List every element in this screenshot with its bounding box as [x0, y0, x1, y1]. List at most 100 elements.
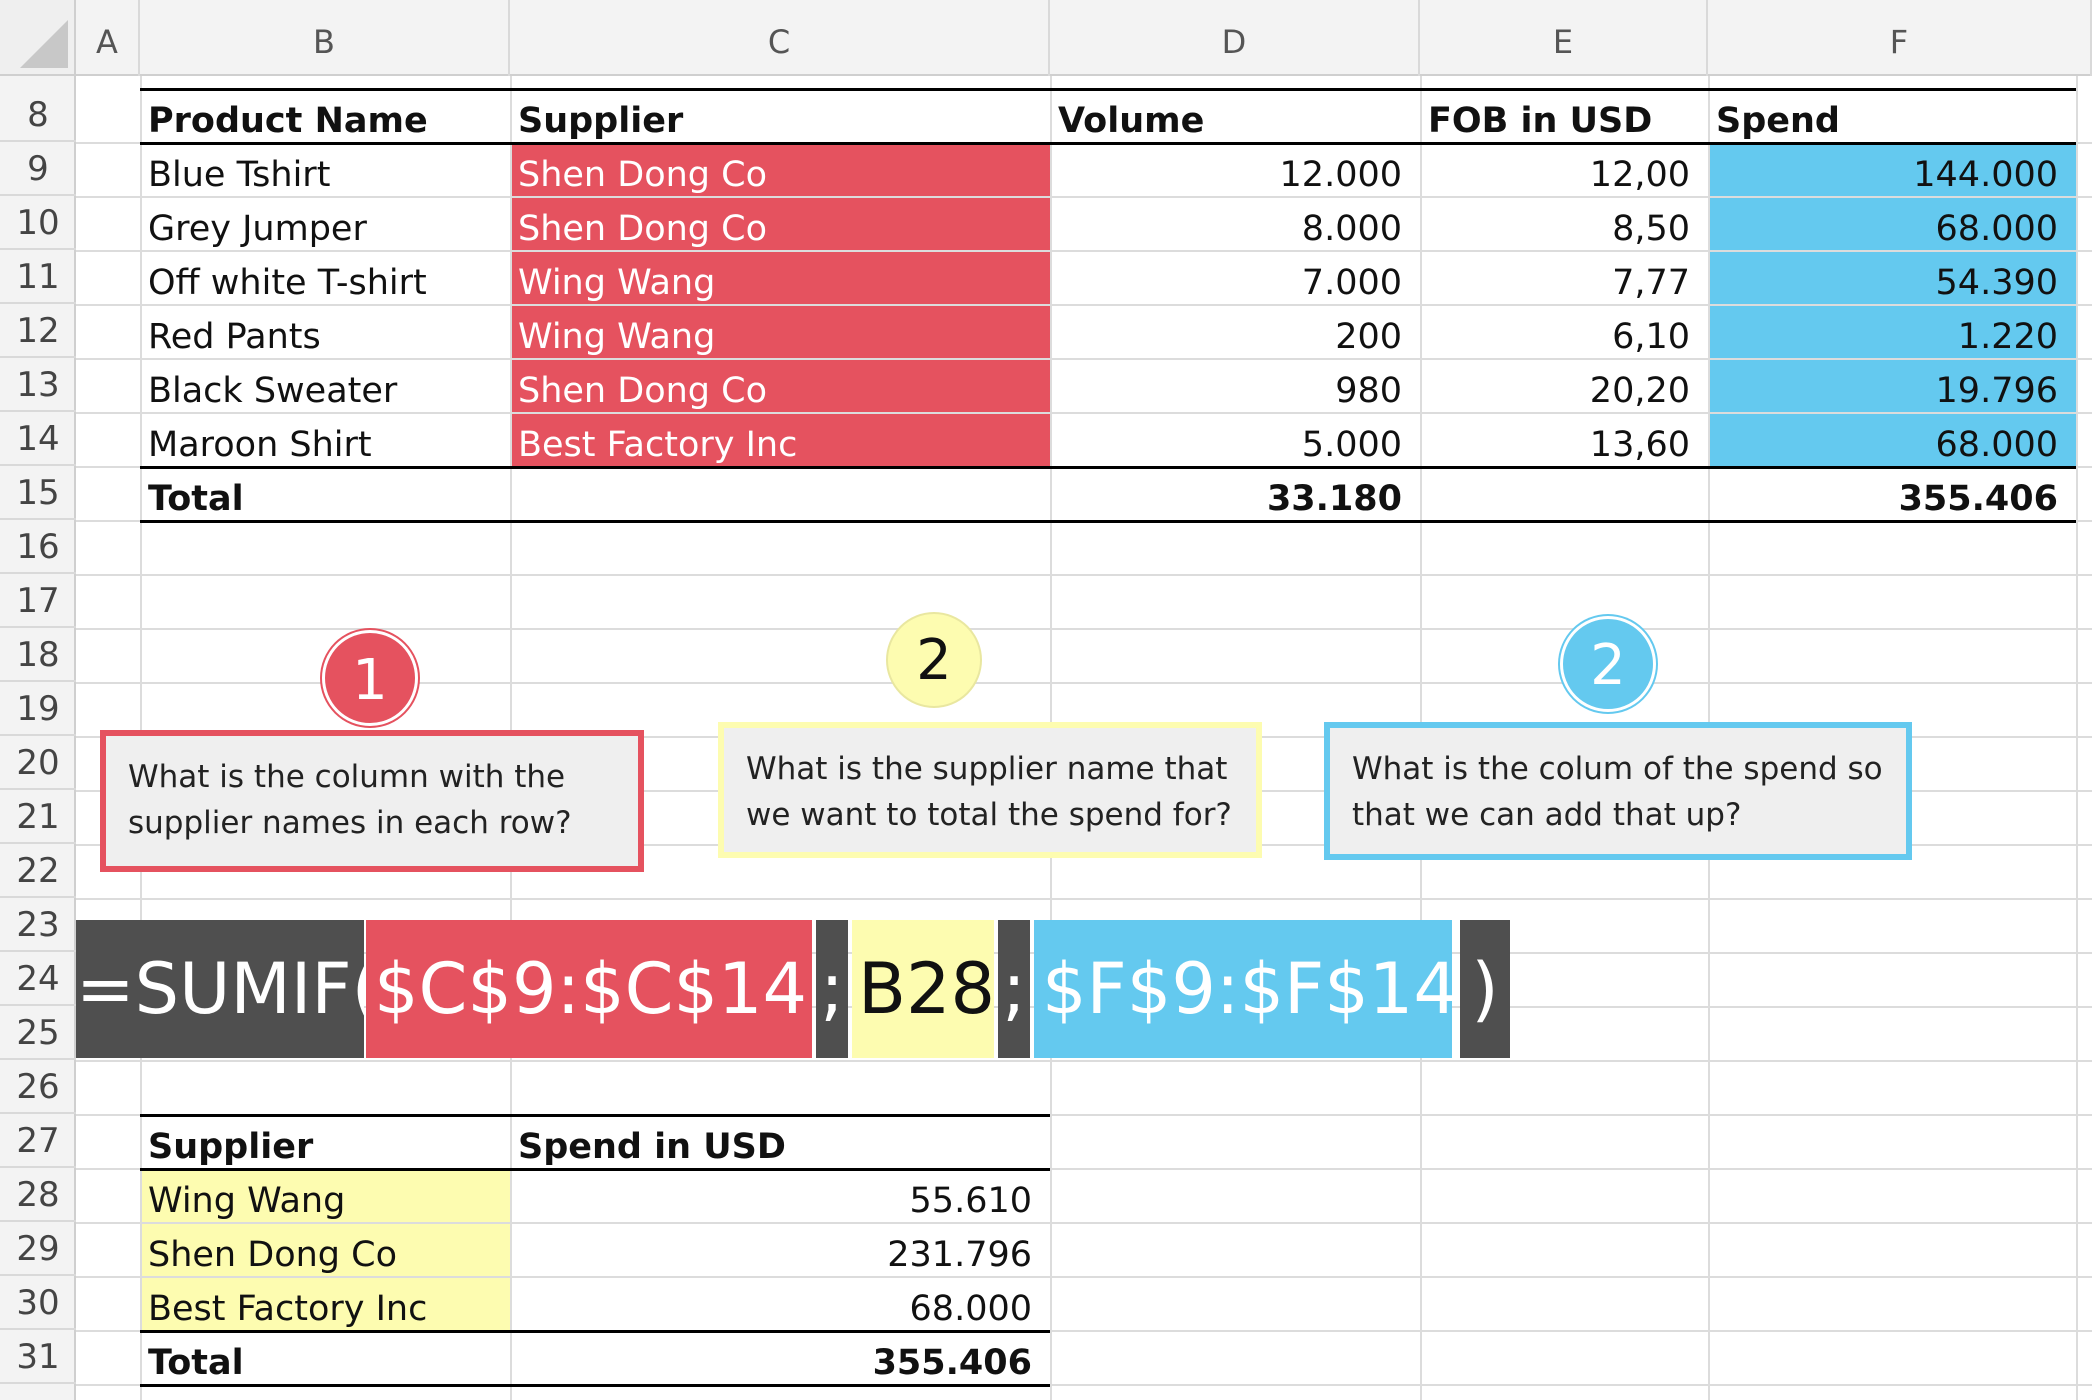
- row-header-18[interactable]: 18: [0, 628, 76, 682]
- table-cell[interactable]: 12.000: [1050, 146, 1420, 200]
- row-header-21[interactable]: 21: [0, 790, 76, 844]
- spreadsheet: A B C D E F 8 9 10 11 12 13 14 15 16 17 …: [0, 0, 2092, 1400]
- column-header-d[interactable]: D: [1050, 0, 1420, 76]
- table-cell[interactable]: 68.000: [1708, 416, 2076, 470]
- table-cell[interactable]: 980: [1050, 362, 1420, 416]
- table-cell[interactable]: 19.796: [1708, 362, 2076, 416]
- table-cell[interactable]: 8.000: [1050, 200, 1420, 254]
- select-all-corner[interactable]: [0, 0, 76, 76]
- step-1-badge: 1: [322, 630, 418, 726]
- row-header-26[interactable]: 26: [0, 1060, 76, 1114]
- row-header-11[interactable]: 11: [0, 250, 76, 304]
- row-header-9[interactable]: 9: [0, 142, 76, 196]
- step-2-badge-spend: 2: [1560, 616, 1656, 712]
- summary-total-label[interactable]: Total: [140, 1334, 510, 1388]
- row-header-20[interactable]: 20: [0, 736, 76, 790]
- row-header-24[interactable]: 24: [0, 952, 76, 1006]
- column-header-a[interactable]: A: [76, 0, 140, 76]
- row-header-25[interactable]: 25: [0, 1006, 76, 1060]
- row-header-12[interactable]: 12: [0, 304, 76, 358]
- total-volume[interactable]: 33.180: [1050, 470, 1420, 524]
- total-label[interactable]: Total: [140, 470, 510, 524]
- row-header-16[interactable]: 16: [0, 520, 76, 574]
- row-header-17[interactable]: 17: [0, 574, 76, 628]
- gridline: [76, 1060, 2092, 1062]
- callout-text-line: supplier names in each row?: [128, 805, 572, 841]
- table-cell[interactable]: Black Sweater: [140, 362, 510, 416]
- row-header-30[interactable]: 30: [0, 1276, 76, 1330]
- formula-close-paren: ): [1460, 920, 1510, 1058]
- row-header-15[interactable]: 15: [0, 466, 76, 520]
- summary-cell[interactable]: 68.000: [510, 1280, 1050, 1334]
- row-header-8[interactable]: 8: [0, 88, 76, 142]
- table-cell[interactable]: Wing Wang: [510, 254, 1050, 308]
- row-header-29[interactable]: 29: [0, 1222, 76, 1276]
- header-supplier[interactable]: Supplier: [510, 92, 1050, 146]
- row-header-10[interactable]: 10: [0, 196, 76, 250]
- row-header-28[interactable]: 28: [0, 1168, 76, 1222]
- table-cell[interactable]: Shen Dong Co: [510, 200, 1050, 254]
- summary-cell[interactable]: Wing Wang: [140, 1172, 510, 1226]
- table-cell[interactable]: 200: [1050, 308, 1420, 362]
- callout-text-line: we want to total the spend for?: [746, 797, 1232, 833]
- summary-cell[interactable]: Shen Dong Co: [140, 1226, 510, 1280]
- column-header-b[interactable]: B: [140, 0, 510, 76]
- callout-spend-column: What is the colum of the spend so that w…: [1324, 722, 1912, 860]
- row-header-23[interactable]: 23: [0, 898, 76, 952]
- table-cell[interactable]: 8,50: [1420, 200, 1708, 254]
- table-cell[interactable]: 7.000: [1050, 254, 1420, 308]
- table-cell[interactable]: Red Pants: [140, 308, 510, 362]
- summary-header-supplier[interactable]: Supplier: [140, 1118, 510, 1172]
- gridline: [2076, 76, 2078, 1400]
- callout-text-line: What is the colum of the spend so: [1352, 751, 1883, 787]
- gridline: [76, 574, 2092, 576]
- table-cell[interactable]: 20,20: [1420, 362, 1708, 416]
- table-cell[interactable]: 12,00: [1420, 146, 1708, 200]
- table-cell[interactable]: 144.000: [1708, 146, 2076, 200]
- column-header-e[interactable]: E: [1420, 0, 1708, 76]
- summary-cell[interactable]: Best Factory Inc: [140, 1280, 510, 1334]
- formula-range-2: $F$9:$F$14: [1034, 920, 1452, 1058]
- gridline: [76, 898, 2092, 900]
- callout-supplier-name: What is the supplier name that we want t…: [718, 722, 1262, 858]
- header-fob[interactable]: FOB in USD: [1420, 92, 1708, 146]
- table-cell[interactable]: Best Factory Inc: [510, 416, 1050, 470]
- table-cell[interactable]: Off white T-shirt: [140, 254, 510, 308]
- header-spend[interactable]: Spend: [1708, 92, 2076, 146]
- table-cell[interactable]: Wing Wang: [510, 308, 1050, 362]
- table-cell[interactable]: 7,77: [1420, 254, 1708, 308]
- formula-separator-2: ;: [998, 920, 1030, 1058]
- callout-text-line: that we can add that up?: [1352, 797, 1742, 833]
- table-cell[interactable]: Grey Jumper: [140, 200, 510, 254]
- table-cell[interactable]: 68.000: [1708, 200, 2076, 254]
- table-cell[interactable]: Shen Dong Co: [510, 146, 1050, 200]
- row-header-31[interactable]: 31: [0, 1330, 76, 1384]
- row-header-bar: 8 9 10 11 12 13 14 15 16 17 18 19 20 21 …: [0, 76, 76, 1400]
- formula-range-1: $C$9:$C$14: [366, 920, 812, 1058]
- table-cell[interactable]: Maroon Shirt: [140, 416, 510, 470]
- total-spend[interactable]: 355.406: [1708, 470, 2076, 524]
- summary-cell[interactable]: 55.610: [510, 1172, 1050, 1226]
- header-product-name[interactable]: Product Name: [140, 92, 510, 146]
- header-volume[interactable]: Volume: [1050, 92, 1420, 146]
- row-header-13[interactable]: 13: [0, 358, 76, 412]
- row-header-22[interactable]: 22: [0, 844, 76, 898]
- row-header-19[interactable]: 19: [0, 682, 76, 736]
- table-cell[interactable]: 1.220: [1708, 308, 2076, 362]
- table-cell[interactable]: 13,60: [1420, 416, 1708, 470]
- column-header-c[interactable]: C: [510, 0, 1050, 76]
- summary-header-spend[interactable]: Spend in USD: [510, 1118, 1050, 1172]
- table-cell[interactable]: Blue Tshirt: [140, 146, 510, 200]
- summary-cell[interactable]: 231.796: [510, 1226, 1050, 1280]
- row-header-27[interactable]: 27: [0, 1114, 76, 1168]
- table-cell[interactable]: 5.000: [1050, 416, 1420, 470]
- table-cell[interactable]: 6,10: [1420, 308, 1708, 362]
- column-header-f[interactable]: F: [1708, 0, 2092, 76]
- callout-text-line: What is the column with the: [128, 759, 566, 795]
- table-cell[interactable]: 54.390: [1708, 254, 2076, 308]
- summary-total-value[interactable]: 355.406: [510, 1334, 1050, 1388]
- row-header-14[interactable]: 14: [0, 412, 76, 466]
- table-cell[interactable]: Shen Dong Co: [510, 362, 1050, 416]
- summary-top-border: [140, 1114, 1050, 1117]
- gridline: [76, 628, 2092, 630]
